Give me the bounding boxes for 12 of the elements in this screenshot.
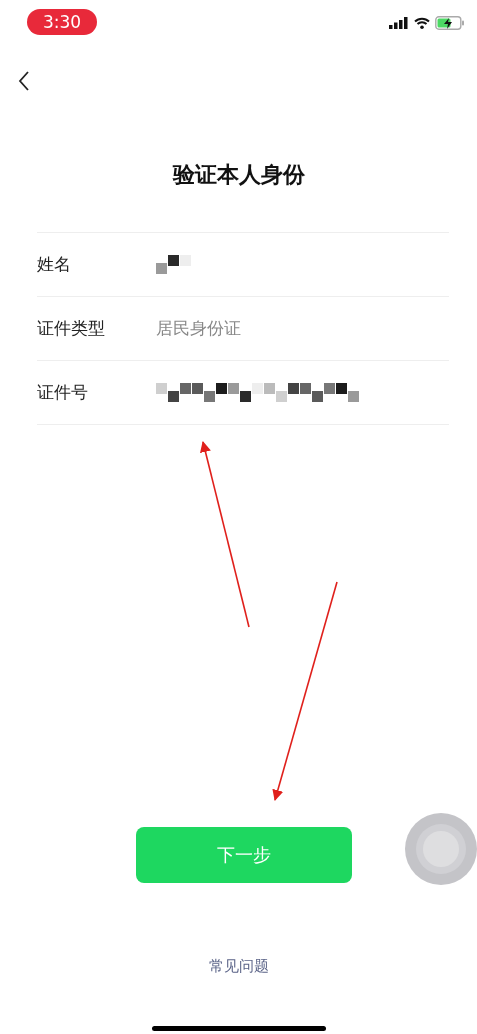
field-value: 居民身份证 [156, 317, 241, 340]
signal-icon [389, 17, 409, 29]
status-time: 3:30 [27, 9, 97, 35]
field-label: 证件类型 [37, 317, 106, 340]
faq-link[interactable]: 常见问题 [208, 957, 269, 976]
wifi-icon [414, 17, 430, 29]
battery-charging-icon [435, 16, 465, 30]
back-icon[interactable] [18, 71, 30, 91]
field-label: 姓名 [37, 253, 72, 276]
field-label: 证件号 [37, 381, 89, 404]
page-title: 验证本人身份 [171, 161, 306, 189]
mosaic-drawing [156, 254, 192, 275]
